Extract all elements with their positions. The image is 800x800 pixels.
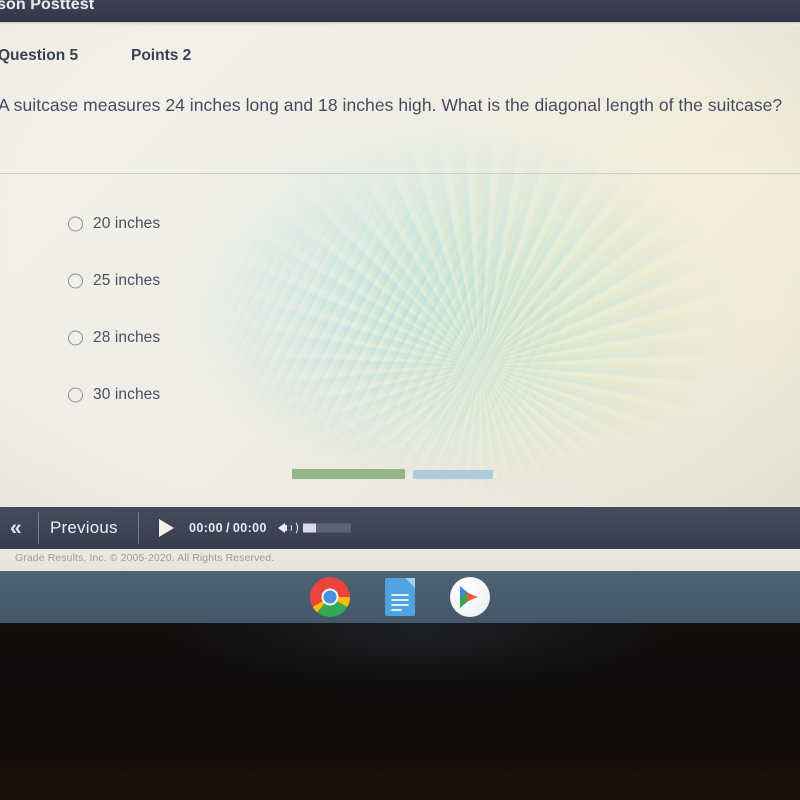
monitor-bezel-area <box>0 623 800 800</box>
answer-option-label: 30 inches <box>93 385 161 403</box>
browser-title-bar: son Posttest <box>0 0 800 22</box>
docs-icon-sheet <box>385 578 415 616</box>
question-text: A suitcase measures 24 inches long and 1… <box>0 95 783 115</box>
green-progress-bar <box>292 469 405 479</box>
page-title: son Posttest <box>0 0 95 13</box>
previous-button[interactable]: Previous <box>50 518 118 538</box>
chrome-icon[interactable] <box>310 577 350 617</box>
total-time: 00:00 <box>232 521 267 535</box>
volume-slider[interactable] <box>303 523 351 533</box>
sound-wave-large <box>289 521 298 535</box>
bezel-light-sheen <box>0 623 800 800</box>
docs-text-line <box>391 594 409 596</box>
page-footer: Grade Results, Inc. © 2005-2020. All Rig… <box>0 549 800 571</box>
current-time: 00:00 <box>189 521 223 535</box>
play-icon[interactable] <box>159 519 174 537</box>
answer-option-0[interactable]: 20 inches <box>0 195 800 252</box>
play-store-glyph <box>460 586 478 608</box>
question-points: Points 2 <box>131 47 192 64</box>
google-docs-icon[interactable] <box>380 577 420 617</box>
radio-button-icon[interactable] <box>68 387 83 402</box>
radio-button-icon[interactable] <box>68 216 83 231</box>
player-toolbar: « Previous 00:00/00:00 <box>0 507 800 549</box>
answer-option-1[interactable]: 25 inches <box>0 252 800 309</box>
google-play-icon[interactable] <box>450 577 490 617</box>
radio-button-icon[interactable] <box>68 273 83 288</box>
question-divider <box>0 173 800 174</box>
time-display: 00:00/00:00 <box>189 521 267 535</box>
quiz-content-panel: Question 5 Points 2 A suitcase measures … <box>0 25 800 507</box>
answer-option-label: 25 inches <box>93 271 161 289</box>
toolbar-separator <box>138 512 139 544</box>
answer-option-label: 28 inches <box>93 328 161 346</box>
docs-text-line <box>391 599 409 601</box>
chromebook-screen-photo: son Posttest Question 5 Points 2 A suitc… <box>0 0 800 800</box>
answer-option-label: 20 inches <box>93 214 161 232</box>
previous-chevron-icon[interactable]: « <box>10 518 22 539</box>
docs-text-line <box>391 609 402 611</box>
radio-button-icon[interactable] <box>68 330 83 345</box>
question-meta-row: Question 5 Points 2 <box>0 47 800 71</box>
volume-slider-handle[interactable] <box>303 523 316 533</box>
shelf-app-tray <box>0 571 800 623</box>
answer-option-3[interactable]: 30 inches <box>0 366 800 423</box>
time-separator: / <box>225 521 230 535</box>
chromeos-shelf <box>0 571 800 623</box>
chrome-icon-center <box>321 588 339 606</box>
answer-option-2[interactable]: 28 inches <box>0 309 800 366</box>
toolbar-separator <box>38 512 39 544</box>
volume-icon[interactable] <box>278 519 298 537</box>
copyright-text: Grade Results, Inc. © 2005-2020. All Rig… <box>15 552 275 564</box>
docs-corner-fold <box>405 578 415 588</box>
question-number: Question 5 <box>0 47 79 64</box>
blue-progress-bar <box>413 470 493 479</box>
docs-text-line <box>391 604 409 606</box>
answer-options-list: 20 inches 25 inches 28 inches 30 inches <box>0 195 800 423</box>
